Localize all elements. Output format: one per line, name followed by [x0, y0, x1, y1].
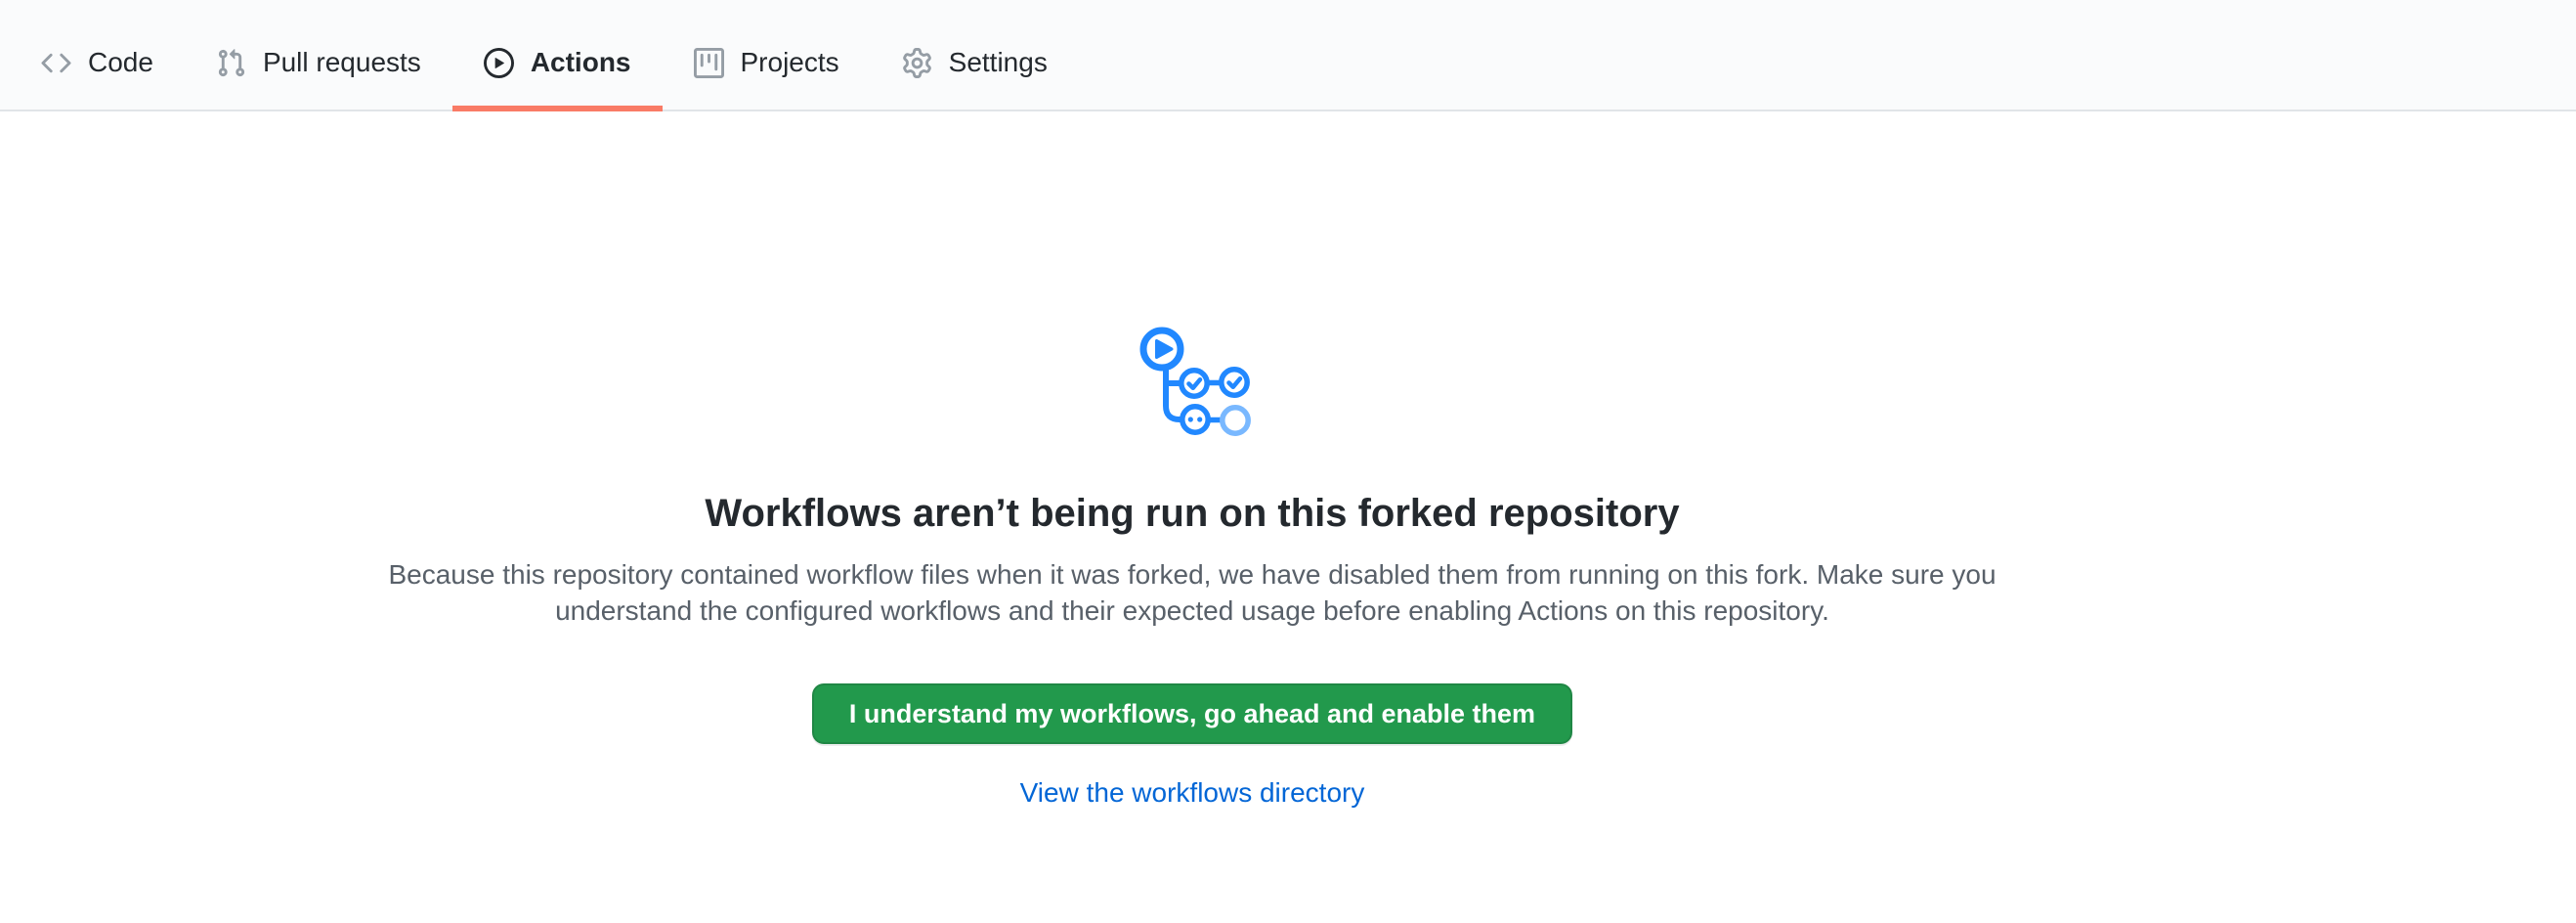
- play-icon: [484, 48, 514, 78]
- enable-button-container: I understand my workflows, go ahead and …: [0, 683, 2384, 744]
- git-pull-request-icon: [216, 48, 246, 78]
- gear-icon: [902, 48, 932, 78]
- enable-workflows-button[interactable]: I understand my workflows, go ahead and …: [812, 683, 1572, 744]
- workflows-directory-link[interactable]: View the workflows directory: [1020, 777, 1365, 808]
- workflows-link-container: View the workflows directory: [0, 777, 2384, 809]
- repo-tab-nav: Code Pull requests Actions Projects Sett…: [0, 0, 2576, 111]
- empty-state-description: Because this repository contained workfl…: [371, 556, 2013, 629]
- tab-label: Projects: [741, 49, 839, 76]
- workflow-graph-icon: [1134, 321, 1251, 438]
- tab-projects[interactable]: Projects: [663, 16, 871, 110]
- tab-code[interactable]: Code: [10, 16, 185, 110]
- tab-label: Settings: [949, 49, 1048, 76]
- tab-label: Actions: [531, 49, 631, 76]
- tab-actions[interactable]: Actions: [452, 16, 663, 110]
- empty-state-title: Workflows aren’t being run on this forke…: [0, 490, 2384, 537]
- code-icon: [41, 48, 71, 78]
- tab-label: Code: [88, 49, 153, 76]
- tab-label: Pull requests: [263, 49, 421, 76]
- active-tab-indicator: [452, 106, 663, 111]
- tab-pull-requests[interactable]: Pull requests: [185, 16, 452, 110]
- project-icon: [694, 48, 724, 78]
- actions-empty-state: Workflows aren’t being run on this forke…: [0, 111, 2384, 809]
- tab-settings[interactable]: Settings: [871, 16, 1079, 110]
